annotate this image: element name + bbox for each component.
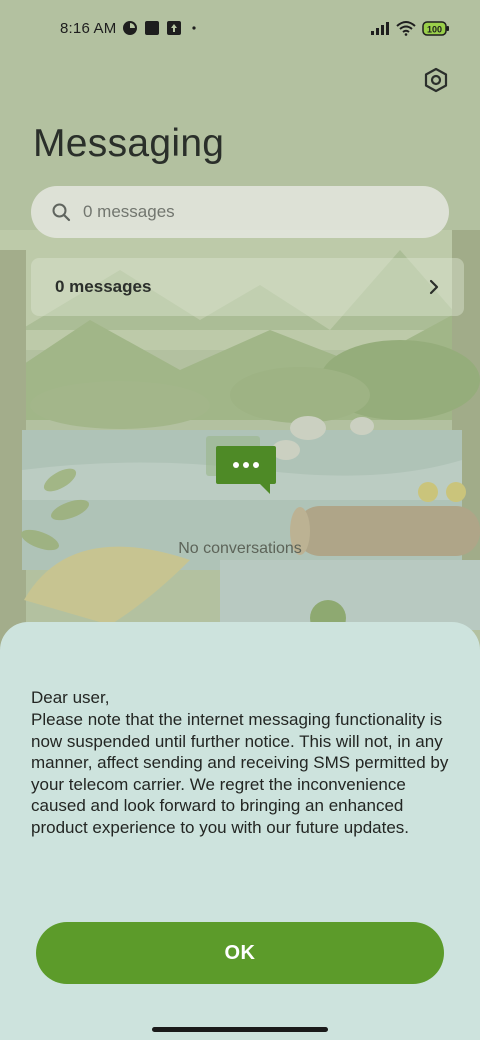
notice-greeting: Dear user, [31,688,110,707]
chevron-right-icon [429,279,439,295]
chat-bubbles-icon [206,436,276,494]
search-bar[interactable] [31,186,449,238]
status-time: 8:16 AM [60,19,117,37]
empty-state: No conversations [0,432,480,558]
search-input[interactable] [83,202,403,222]
wifi-icon [396,21,416,36]
settings-button[interactable] [420,64,452,96]
empty-state-label: No conversations [178,540,302,557]
search-icon [52,203,71,222]
battery-icon: 100 [422,21,449,36]
page-title: Messaging [33,122,225,165]
dot-icon [192,26,197,30]
home-indicator[interactable] [152,1027,328,1032]
status-bar-left: 8:16 AM [60,20,200,37]
notice-body: Please note that the internet messaging … [31,710,449,837]
gear-hexagon-icon [424,67,448,93]
messages-row[interactable]: 0 messages [31,258,464,316]
signal-icon [371,22,389,35]
upload-arrow-icon [167,21,182,35]
notice-bottom-sheet: Dear user, Please note that the internet… [0,622,480,1040]
vpn-key-icon [123,21,138,35]
messages-row-label: 0 messages [55,277,152,296]
stop-square-icon [145,21,160,35]
battery-level: 100 [427,25,442,35]
status-bar: 8:16 AM 100 [0,0,480,56]
ok-button[interactable]: OK [36,922,444,984]
status-bar-right: 100 [370,19,450,37]
